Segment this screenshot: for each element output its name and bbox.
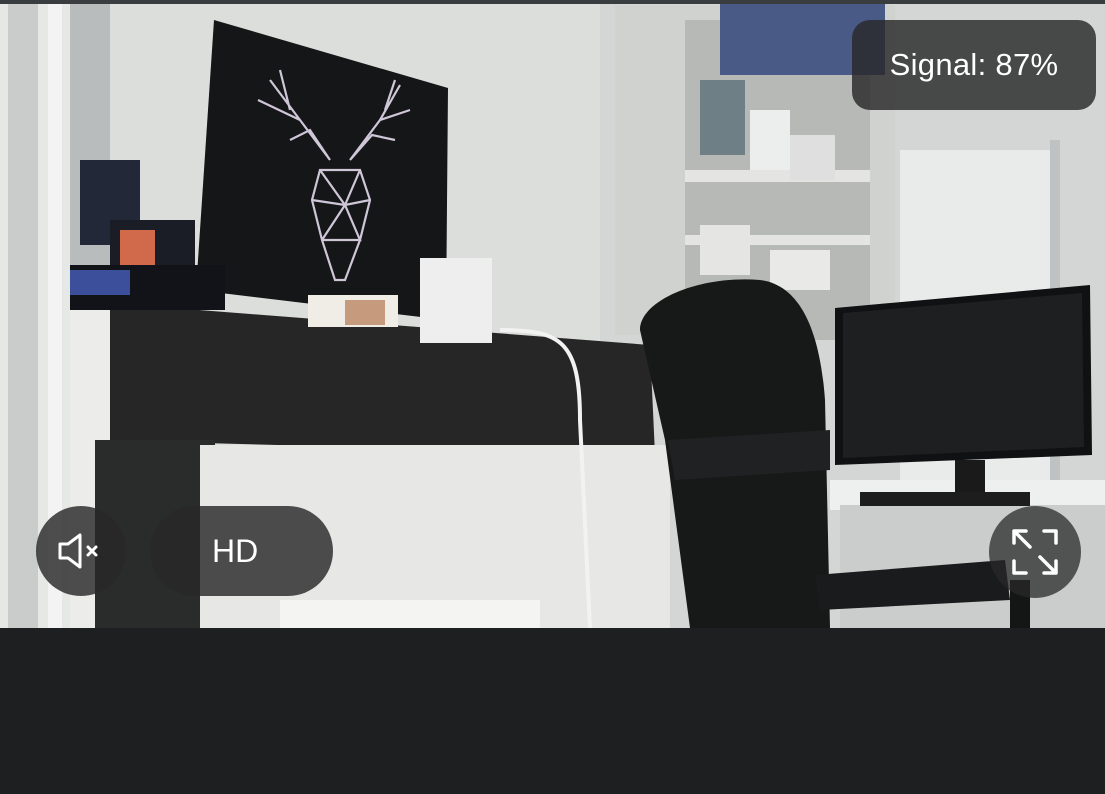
camera-live-view: Signal: 87% HD bbox=[0, 0, 1105, 794]
top-edge-bar bbox=[0, 0, 1105, 4]
mute-button[interactable] bbox=[36, 506, 126, 596]
signal-strength-label: Signal: 87% bbox=[889, 47, 1059, 82]
expand-icon bbox=[1012, 529, 1058, 575]
speaker-muted-icon bbox=[58, 533, 98, 569]
signal-strength-badge: Signal: 87% bbox=[852, 20, 1096, 110]
fullscreen-button[interactable] bbox=[989, 506, 1081, 598]
video-quality-button[interactable]: HD bbox=[150, 506, 333, 596]
bottom-control-panel bbox=[0, 628, 1105, 794]
video-quality-label: HD bbox=[212, 532, 259, 569]
